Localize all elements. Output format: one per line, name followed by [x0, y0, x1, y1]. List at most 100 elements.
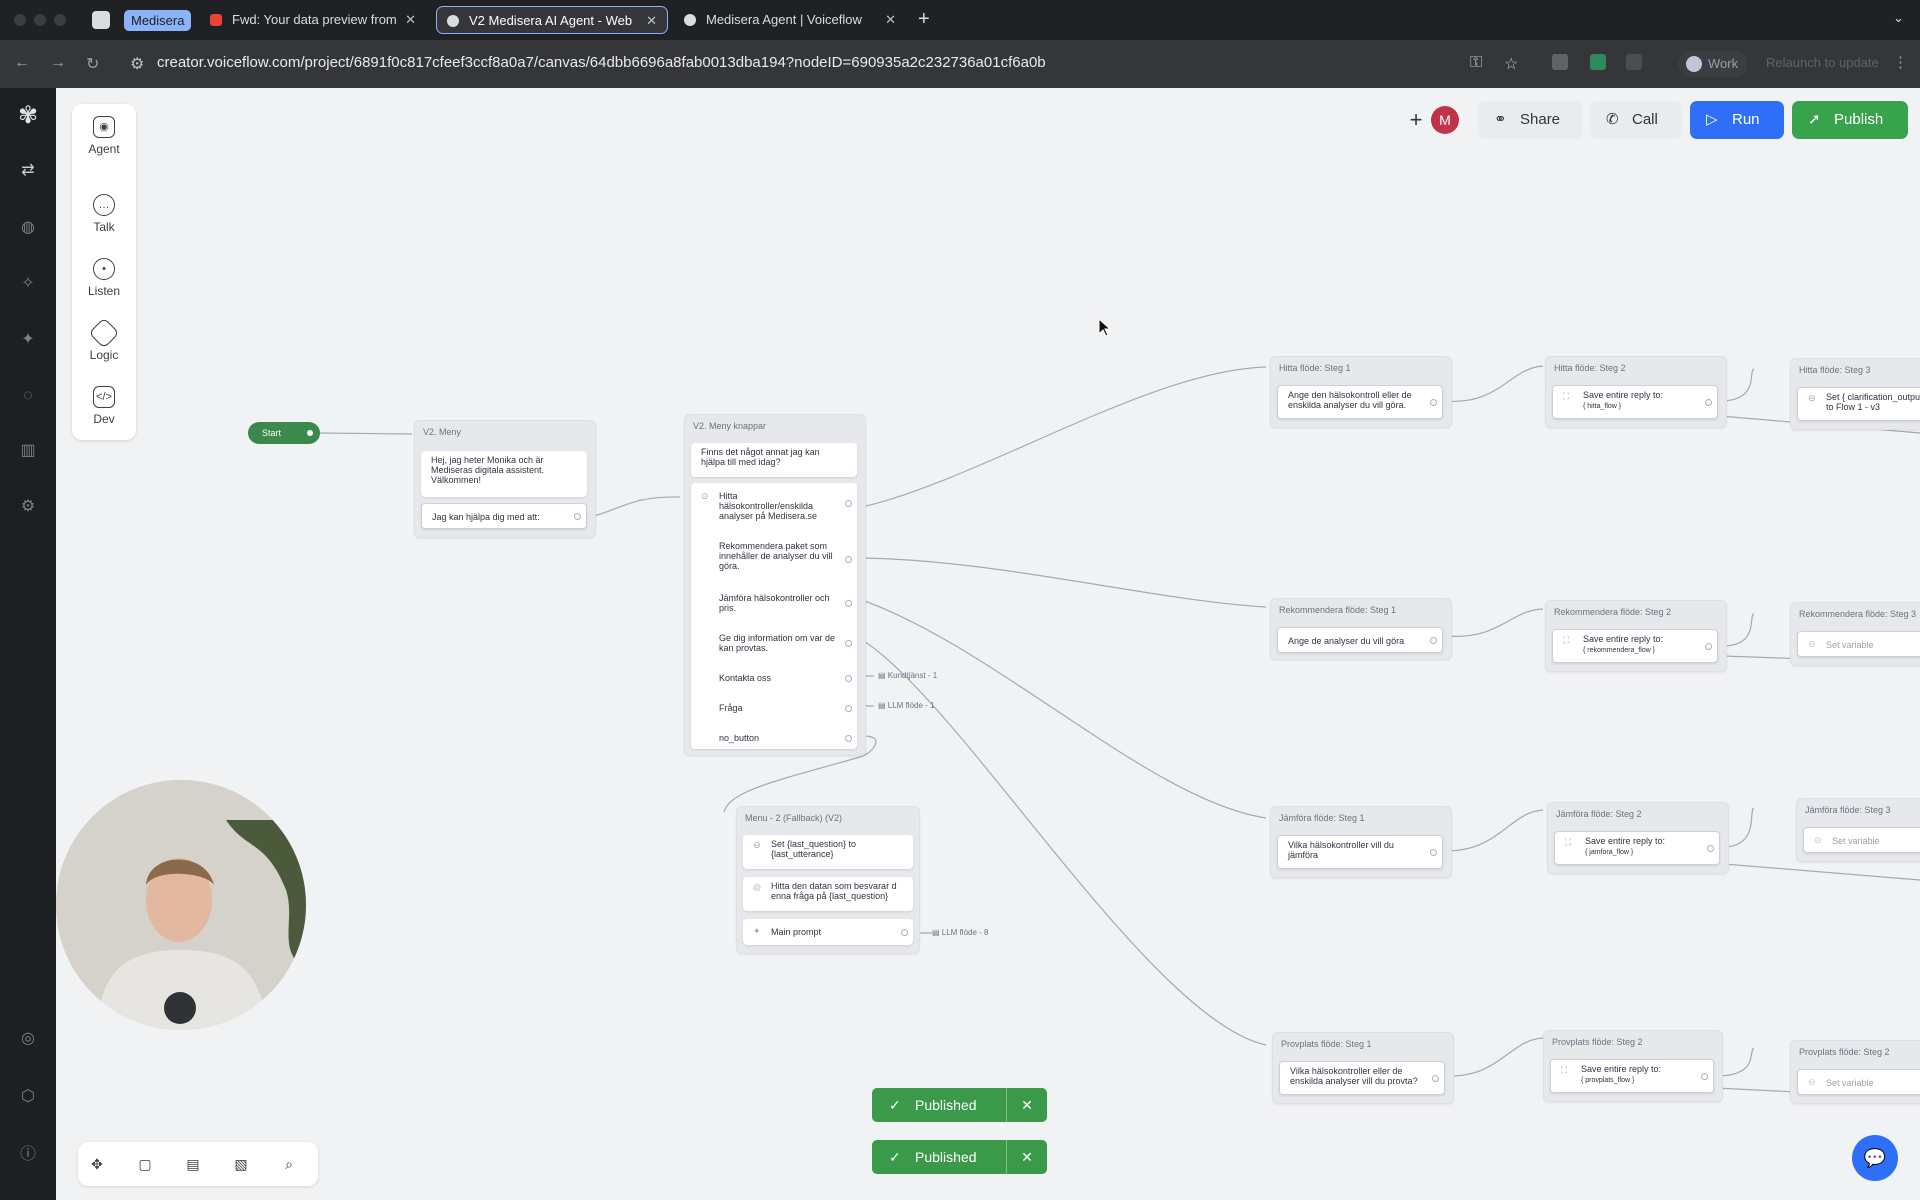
close-toast-icon[interactable]: ✕	[1006, 1088, 1047, 1122]
option-port[interactable]	[845, 500, 852, 507]
step-port[interactable]	[1705, 399, 1712, 406]
capture-step[interactable]: ⛶ Save entire reply to:{ rekommendera_flo…	[1552, 629, 1718, 663]
option-port[interactable]	[845, 556, 852, 563]
note-icon[interactable]: ▢	[136, 1155, 154, 1173]
set-step[interactable]: ⊖ Set variable	[1803, 827, 1920, 853]
node-jam-steg-3[interactable]: Jämföra flöde: Steg 3 ⊖ Set variable	[1796, 798, 1920, 862]
capture-step[interactable]: ⛶ Save entire reply to:{ hitta_flow }	[1552, 385, 1718, 419]
option-port[interactable]	[845, 735, 852, 742]
goto-kundtjanst[interactable]: ▤ Kundtjänst - 1	[878, 671, 937, 680]
chat-support-button[interactable]: 💬	[1852, 1135, 1898, 1181]
prompt-step[interactable]: ✦ Main prompt	[743, 919, 913, 945]
node-jam-steg-2[interactable]: Jämföra flöde: Steg 2 ⛶ Save entire reply…	[1547, 802, 1729, 874]
set-step[interactable]: ⊖ Set {last_question} to {last_utterance}	[743, 835, 913, 869]
capture-icon: ⛶	[1563, 391, 1570, 401]
option-provtas[interactable]: Ge dig information om var de kan provtas…	[719, 633, 839, 653]
step-port[interactable]	[1705, 643, 1712, 650]
start-port[interactable]	[307, 430, 313, 436]
node-title: Provplats flöde: Steg 1	[1281, 1039, 1372, 1049]
start-node[interactable]: Start	[248, 422, 320, 444]
node-title: Rekommendera flöde: Steg 3	[1799, 609, 1917, 619]
option-port[interactable]	[845, 705, 852, 712]
step-port[interactable]	[901, 929, 908, 936]
check-icon: ✓	[889, 1149, 901, 1165]
set-icon: ⊖	[1814, 835, 1822, 845]
canvas-bottom-toolbar: ✥ ▢ ▤ ▧ ⌕	[78, 1142, 318, 1186]
search-icon[interactable]: ⌕	[280, 1155, 298, 1173]
node-title: V2. Meny	[423, 427, 462, 437]
text-step[interactable]: Jag kan hjälpa dig med att:	[421, 503, 587, 529]
node-v2-meny[interactable]: V2. Meny Hej, jag heter Monika och är Me…	[414, 420, 596, 538]
components-icon[interactable]: ✥	[88, 1155, 106, 1173]
presenter-video-image	[56, 780, 306, 1030]
set-icon: ⊖	[1808, 639, 1816, 649]
chat-bubble-icon: 💬	[1863, 1148, 1887, 1168]
node-prov-steg-2[interactable]: Provplats flöde: Steg 2 ⛶ Save entire rep…	[1543, 1030, 1723, 1102]
step-port[interactable]	[574, 513, 581, 520]
step-port[interactable]	[1432, 1075, 1439, 1082]
text-step[interactable]: Vilka hälsokontroller vill du jämföra	[1277, 835, 1443, 869]
node-hitta-steg-2[interactable]: Hitta flöde: Steg 2 ⛶ Save entire reply t…	[1545, 356, 1727, 428]
node-prov-steg-3[interactable]: Provplats flöde: Steg 2 ⊖ Set variable	[1790, 1040, 1920, 1104]
node-menu-fallback[interactable]: Menu - 2 (Fallback) (V2) ⊖ Set {last_ques…	[736, 806, 920, 954]
text-step[interactable]: Ange den hälsokontroll eller de enskilda…	[1277, 385, 1443, 419]
node-title: Jämföra flöde: Steg 2	[1556, 809, 1642, 819]
goto-llm-flode-8[interactable]: ▤ LLM flöde - 8	[932, 928, 988, 937]
step-port[interactable]	[1701, 1073, 1708, 1080]
close-toast-icon[interactable]: ✕	[1006, 1140, 1047, 1174]
set-step[interactable]: ⊖ Set variable	[1797, 631, 1920, 657]
node-title: Jämföra flöde: Steg 3	[1805, 805, 1891, 815]
node-title: Rekommendera flöde: Steg 1	[1279, 605, 1397, 615]
node-hitta-steg-3[interactable]: Hitta flöde: Steg 3 ⊖ Set { clarification…	[1790, 358, 1920, 430]
node-rek-steg-2[interactable]: Rekommendera flöde: Steg 2 ⛶ Save entire …	[1545, 600, 1727, 672]
text-step[interactable]: Vilka hälsokontroller eller de enskilda …	[1279, 1061, 1445, 1095]
set-icon: ⊖	[753, 840, 761, 850]
option-kontakta[interactable]: Kontakta oss	[719, 673, 771, 683]
capture-icon: ⛶	[1561, 1065, 1568, 1075]
node-v2-meny-knappar[interactable]: V2. Meny knappar Finns det något annat j…	[684, 414, 866, 756]
capture-icon: ⛶	[1563, 635, 1570, 645]
image-icon[interactable]: ▧	[232, 1155, 250, 1173]
node-rek-steg-1[interactable]: Rekommendera flöde: Steg 1 Ange de analy…	[1270, 598, 1452, 660]
step-port[interactable]	[1430, 849, 1437, 856]
set-step[interactable]: ⊖ Set variable	[1797, 1069, 1920, 1095]
comment-icon[interactable]: ▤	[184, 1155, 202, 1173]
option-port[interactable]	[845, 640, 852, 647]
step-port[interactable]	[1430, 637, 1437, 644]
node-title: Hitta flöde: Steg 3	[1799, 365, 1871, 375]
text-step[interactable]: Finns det något annat jag kan hjälpa til…	[691, 443, 857, 477]
buttons-step[interactable]: ⊙ Hitta hälsokontroller/enskilda analyse…	[691, 483, 857, 749]
node-title: V2. Meny knappar	[693, 421, 767, 431]
node-title: Hitta flöde: Steg 1	[1279, 363, 1351, 373]
sparkle-icon: ✦	[753, 926, 761, 936]
option-fraga[interactable]: Fråga	[719, 703, 743, 713]
step-port[interactable]	[1707, 845, 1714, 852]
goto-llm-flode-1[interactable]: ▤ LLM flöde - 1	[878, 701, 934, 710]
text-step[interactable]: Ange de analyser du vill göra	[1277, 627, 1443, 653]
option-rekommendera[interactable]: Rekommendera paket som innehåller de ana…	[719, 541, 839, 571]
node-prov-steg-1[interactable]: Provplats flöde: Steg 1 Vilka hälsokontr…	[1272, 1032, 1454, 1104]
text-step[interactable]: Hej, jag heter Monika och är Mediseras d…	[421, 451, 587, 497]
capture-step[interactable]: ⛶ Save entire reply to:{ provplats_flow }	[1550, 1059, 1714, 1093]
search-icon: ◎	[753, 882, 761, 892]
option-no-button[interactable]: no_button	[719, 733, 759, 743]
option-hitta[interactable]: Hitta hälsokontroller/enskilda analyser …	[719, 491, 829, 521]
step-port[interactable]	[1430, 399, 1437, 406]
set-icon: ⊖	[1808, 1077, 1816, 1087]
node-title: Provplats flöde: Steg 2	[1799, 1047, 1890, 1057]
node-title: Hitta flöde: Steg 2	[1554, 363, 1626, 373]
webcam-overlay	[56, 780, 306, 1030]
option-port[interactable]	[845, 600, 852, 607]
set-step[interactable]: ⊖ Set { clarification_output } to Flow 1 …	[1797, 387, 1920, 421]
node-hitta-steg-1[interactable]: Hitta flöde: Steg 1 Ange den hälsokontro…	[1270, 356, 1452, 428]
buttons-icon: ⊙	[701, 491, 709, 501]
option-port[interactable]	[845, 675, 852, 682]
option-jamfora[interactable]: Jämföra hälsokontroller och pris.	[719, 593, 839, 613]
capture-icon: ⛶	[1565, 837, 1572, 847]
kb-search-step[interactable]: ◎ Hitta den datan som besvarar d enna frå…	[743, 877, 913, 911]
capture-step[interactable]: ⛶ Save entire reply to:{ jamfora_flow }	[1554, 831, 1720, 865]
node-jam-steg-1[interactable]: Jämföra flöde: Steg 1 Vilka hälsokontrol…	[1270, 806, 1452, 878]
node-title: Rekommendera flöde: Steg 2	[1554, 607, 1672, 617]
check-icon: ✓	[889, 1097, 901, 1113]
node-rek-steg-3[interactable]: Rekommendera flöde: Steg 3 ⊖ Set variable	[1790, 602, 1920, 666]
